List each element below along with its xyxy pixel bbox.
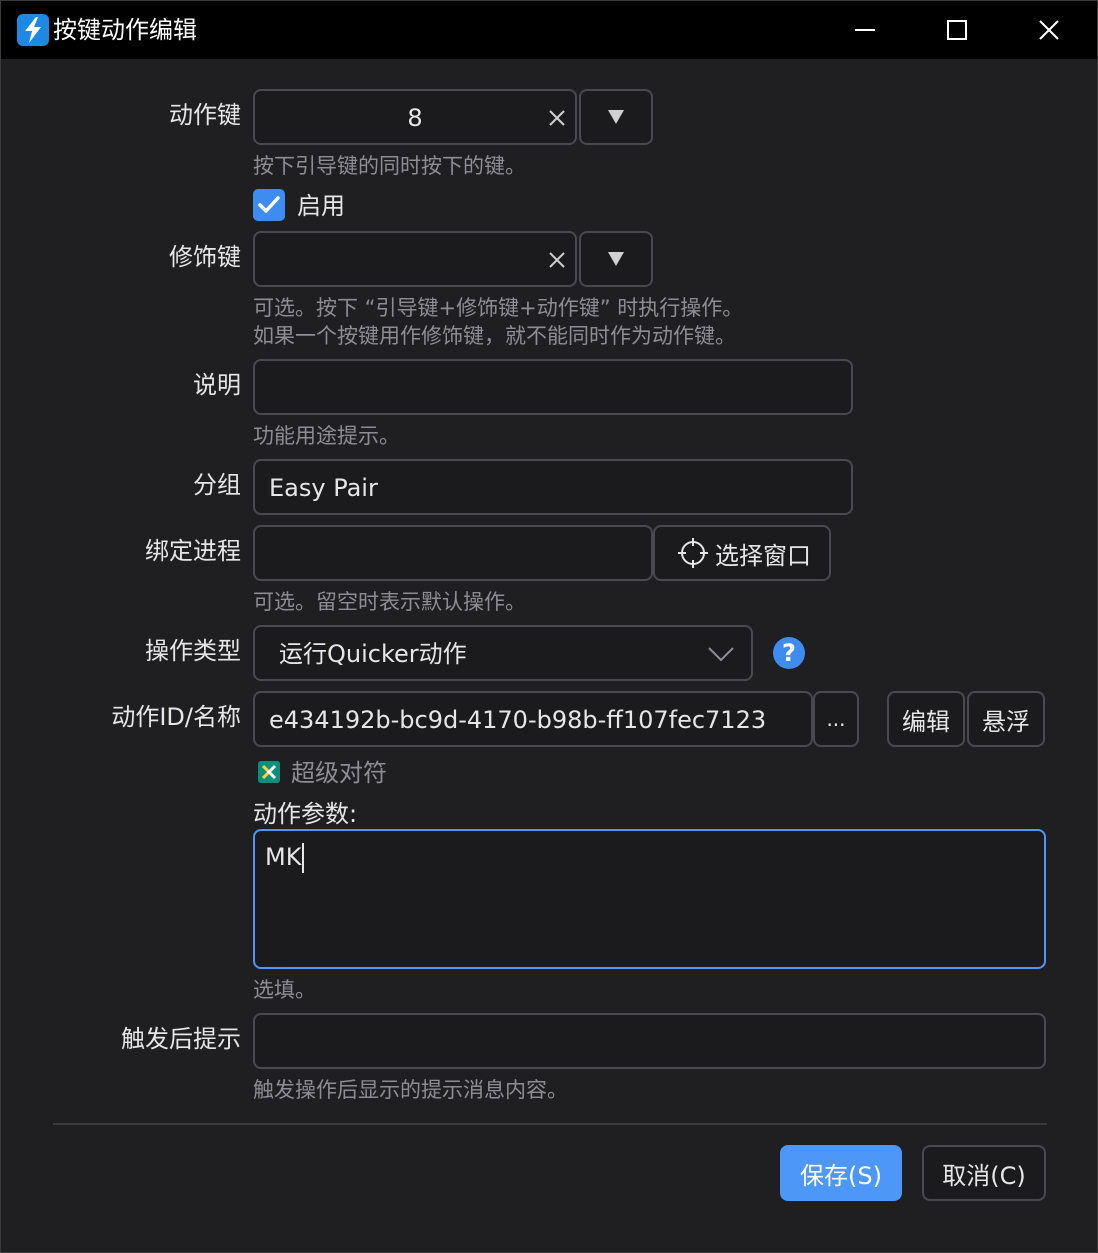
action-params-textarea[interactable]: MK xyxy=(253,829,1046,969)
float-label: 悬浮 xyxy=(982,707,1030,736)
enabled-checkbox[interactable] xyxy=(253,189,285,221)
chevron-down-icon xyxy=(708,647,734,662)
footer-divider xyxy=(53,1123,1047,1125)
after-trigger-tip-label: 触发后提示 xyxy=(121,1025,241,1053)
cancel-button[interactable]: 取消(C) xyxy=(922,1145,1046,1201)
crosshair-icon xyxy=(678,538,708,568)
quicker-lightning-icon xyxy=(17,14,49,46)
modifier-key-field[interactable] xyxy=(253,231,577,287)
edit-label: 编辑 xyxy=(902,707,950,736)
help-icon[interactable]: ? xyxy=(773,637,805,669)
group-label: 分组 xyxy=(193,471,241,499)
close-icon xyxy=(1039,20,1059,40)
operation-type-select[interactable]: 运行Quicker动作 xyxy=(253,625,753,681)
action-key-hint: 按下引导键的同时按下的键。 xyxy=(253,154,526,178)
browse-label: ... xyxy=(826,707,846,731)
after-trigger-tip-hint: 触发操作后显示的提示消息内容。 xyxy=(253,1078,568,1102)
modifier-key-dropdown-button[interactable] xyxy=(579,231,653,287)
maximize-icon xyxy=(947,20,967,40)
cancel-label: 取消(C) xyxy=(942,1161,1026,1190)
float-action-button[interactable]: 悬浮 xyxy=(967,691,1045,747)
minimize-icon xyxy=(855,29,875,31)
browse-action-button[interactable]: ... xyxy=(813,691,859,747)
clear-icon[interactable] xyxy=(545,106,569,130)
save-label: 保存(S) xyxy=(800,1161,882,1190)
modifier-key-hint-1: 可选。按下 “引导键+修饰键+动作键” 时执行操作。 xyxy=(253,296,744,320)
action-name-link[interactable]: 超级对符 xyxy=(291,757,387,789)
text-caret xyxy=(302,843,305,873)
action-params-label: 动作参数: xyxy=(253,800,358,828)
group-value: Easy Pair xyxy=(269,474,378,502)
enabled-label[interactable]: 启用 xyxy=(297,190,345,222)
title-bar[interactable]: 按键动作编辑 xyxy=(1,1,1097,59)
bind-process-input[interactable] xyxy=(253,525,653,581)
window-title: 按键动作编辑 xyxy=(53,16,197,44)
select-window-button[interactable]: 选择窗口 xyxy=(653,525,831,581)
description-hint: 功能用途提示。 xyxy=(253,424,400,448)
operation-type-value: 运行Quicker动作 xyxy=(279,640,467,668)
action-key-dropdown-button[interactable] xyxy=(579,89,653,145)
action-params-hint: 选填。 xyxy=(253,978,316,1002)
minimize-button[interactable] xyxy=(819,1,911,59)
dialog-window: 按键动作编辑 动作键 8 按下引导键的同时按下的键。 启用 修饰键 可选。按下 … xyxy=(0,0,1098,1253)
checkmark-icon xyxy=(258,196,280,213)
action-key-value: 8 xyxy=(407,104,423,132)
edit-action-button[interactable]: 编辑 xyxy=(887,691,965,747)
clear-icon[interactable] xyxy=(545,248,569,272)
action-key-field[interactable]: 8 xyxy=(253,89,577,145)
action-id-label: 动作ID/名称 xyxy=(111,703,241,731)
bind-process-hint: 可选。留空时表示默认操作。 xyxy=(253,590,526,614)
maximize-button[interactable] xyxy=(911,1,1003,59)
action-key-label: 动作键 xyxy=(169,101,241,129)
dropdown-triangle-icon xyxy=(608,110,624,124)
description-input[interactable] xyxy=(253,359,853,415)
modifier-key-hint-2: 如果一个按键用作修饰键，就不能同时作为动作键。 xyxy=(253,324,736,348)
action-thumbnail-icon xyxy=(258,761,280,783)
bind-process-label: 绑定进程 xyxy=(145,537,241,565)
save-button[interactable]: 保存(S) xyxy=(780,1145,902,1201)
dropdown-triangle-icon xyxy=(608,252,624,266)
group-input[interactable]: Easy Pair xyxy=(253,459,853,515)
after-trigger-tip-input[interactable] xyxy=(253,1013,1046,1069)
action-params-value: MK xyxy=(265,843,302,871)
close-button[interactable] xyxy=(1003,1,1095,59)
modifier-key-label: 修饰键 xyxy=(169,243,241,271)
action-id-value: e434192b-bc9d-4170-b98b-ff107fec7123 xyxy=(269,706,767,734)
description-label: 说明 xyxy=(193,371,241,399)
action-id-input[interactable]: e434192b-bc9d-4170-b98b-ff107fec7123 xyxy=(253,691,813,747)
operation-type-label: 操作类型 xyxy=(145,637,241,665)
select-window-label: 选择窗口 xyxy=(715,541,811,570)
